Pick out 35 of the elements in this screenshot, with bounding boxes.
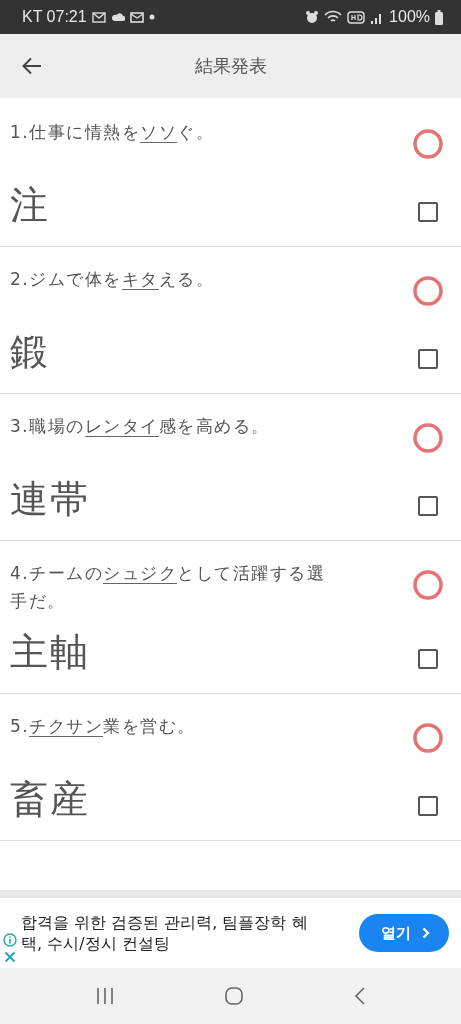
cloud-icon [110, 12, 125, 22]
open-button[interactable]: 열기 [359, 914, 449, 952]
answer-text: 注 [10, 182, 51, 228]
answer-text: 畜産 [10, 776, 91, 822]
checkbox[interactable] [418, 649, 438, 669]
battery-icon [435, 9, 443, 25]
answer-text: 連帯 [10, 476, 91, 522]
checkbox[interactable] [418, 202, 438, 222]
checkbox[interactable] [418, 349, 438, 369]
screen-title: 結果発表 [194, 54, 267, 78]
envelope-icon [129, 11, 144, 23]
recent-apps-icon[interactable] [94, 987, 115, 1005]
info-icon[interactable] [3, 933, 17, 947]
close-icon[interactable] [4, 951, 16, 963]
back-arrow-icon[interactable] [22, 57, 42, 75]
hd-icon [347, 10, 366, 24]
answer-text: 主軸 [10, 629, 91, 675]
checkbox[interactable] [418, 796, 438, 816]
question-text: 3.職場の レンタイ 感を高める。 [10, 415, 270, 439]
carrier-time: KT 07:21 [22, 8, 87, 26]
wifi-icon [324, 10, 343, 24]
chevron-icon [421, 927, 431, 939]
question-text: 4.チームの シュジク として活躍する選手だ。 [10, 562, 327, 613]
checkbox[interactable] [418, 496, 438, 516]
mail-icon [91, 11, 106, 23]
alarm-icon [305, 10, 320, 24]
question-text: 1.仕事に情熱を ソソ ぐ。 [10, 121, 215, 145]
home-icon[interactable] [224, 986, 245, 1006]
dot-icon [148, 14, 155, 20]
answer-text: 鍛 [10, 329, 51, 375]
question-text: 5.チクサン業を営む。 [10, 715, 196, 739]
battery-percent: 100% [389, 8, 430, 26]
ad-text: 합격을 위한 검증된 관리력, 팀플장학 혜택, 수시/정시 컨설팅 [21, 912, 309, 954]
back-icon[interactable] [354, 986, 367, 1006]
question-text: 2.ジムで体を キタ える。 [10, 268, 215, 292]
